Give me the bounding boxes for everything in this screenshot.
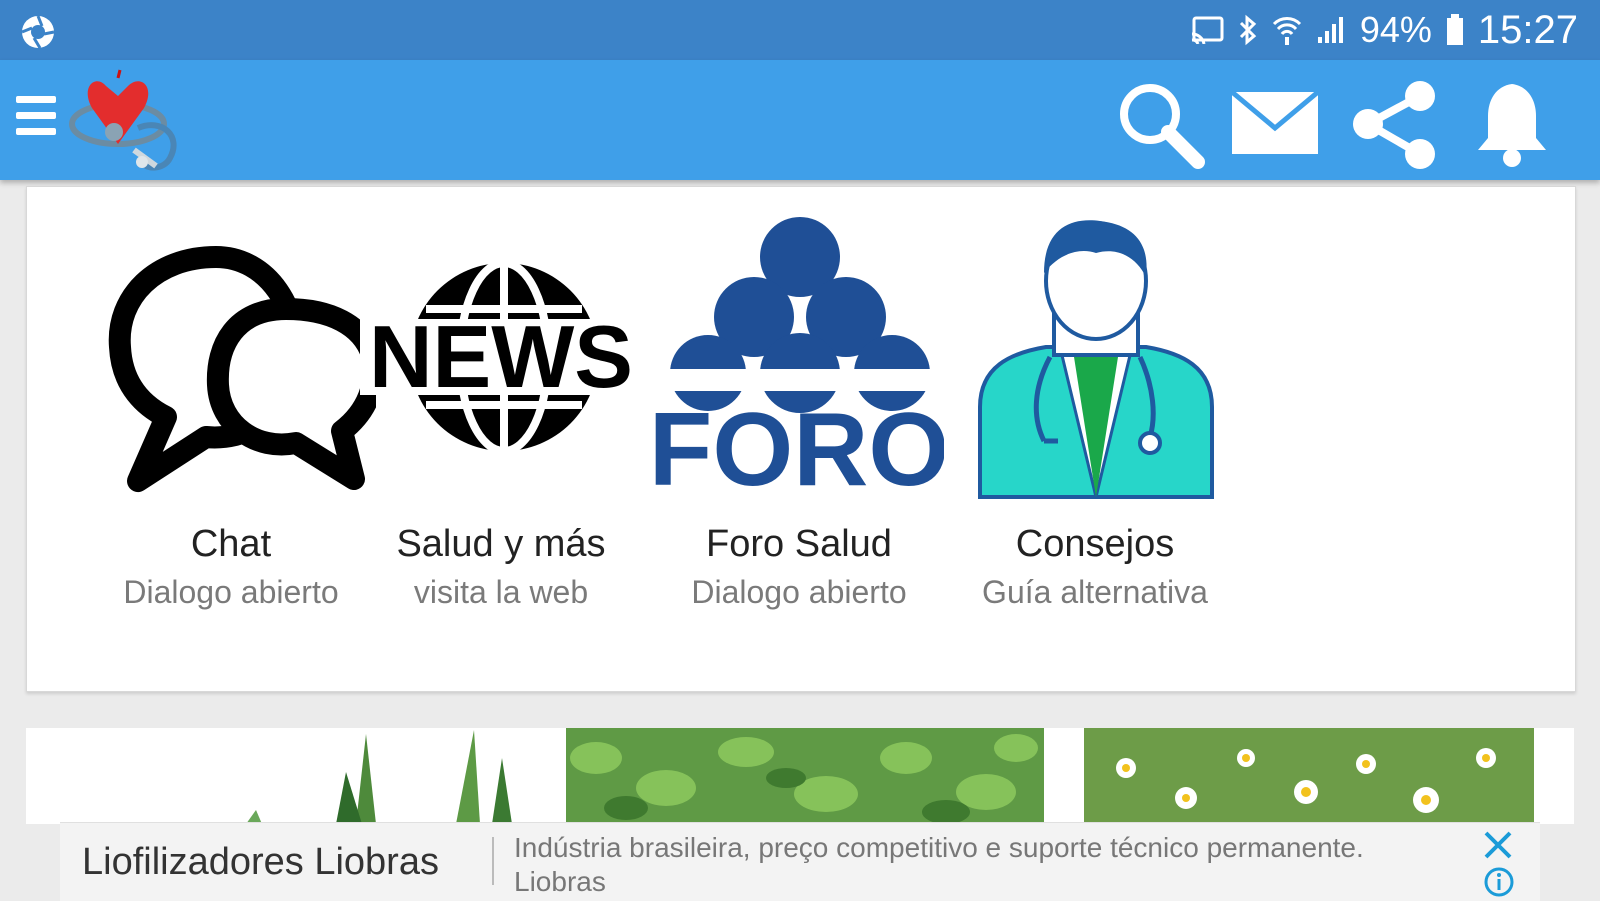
herbs-banner[interactable]: [26, 728, 1574, 824]
foro-label: FORO: [654, 392, 944, 507]
app-logo: [69, 69, 177, 171]
share-icon[interactable]: [1350, 78, 1442, 170]
battery-icon: [1446, 14, 1463, 45]
signal-icon: [1317, 17, 1343, 43]
close-icon[interactable]: [1482, 829, 1514, 861]
chat-bubbles-icon: [108, 246, 376, 492]
tile-title: Consejos: [1015, 523, 1175, 565]
search-icon[interactable]: [1114, 78, 1206, 170]
herbs-banner-image: [26, 728, 1574, 824]
foro-icon: FORO: [654, 217, 944, 507]
ad-body[interactable]: Indústria brasileira, preço competitivo …: [514, 831, 1444, 899]
tile-title: Chat: [190, 523, 272, 565]
bluetooth-icon: [1239, 14, 1257, 46]
battery-percent: 94%: [1359, 9, 1432, 50]
tile-foro[interactable]: FORO Foro Salud Dialogo abierto: [649, 217, 949, 611]
app-bar: [0, 60, 1600, 180]
news-label: NEWS: [369, 307, 633, 406]
menu-icon[interactable]: [16, 96, 56, 146]
ad-body-line: Indústria brasileira, preço competitivo …: [514, 832, 1364, 863]
tile-subtitle: Dialogo abierto: [123, 574, 339, 610]
tile-consejos[interactable]: Consejos Guía alternativa: [945, 217, 1245, 611]
aperture-icon: [21, 15, 55, 49]
ad-body-line: Liobras: [514, 866, 606, 897]
info-icon[interactable]: [1484, 867, 1514, 897]
ad-title[interactable]: Liofilizadores Liobras: [82, 841, 439, 884]
wifi-icon: [1272, 17, 1301, 45]
tile-subtitle: visita la web: [413, 574, 589, 610]
ad-divider: [492, 837, 494, 885]
bell-icon[interactable]: [1466, 78, 1558, 170]
tile-subtitle: Guía alternativa: [982, 574, 1208, 610]
doctor-icon: [978, 220, 1214, 499]
tile-salud[interactable]: NEWS Salud y más visita la web: [351, 217, 651, 611]
mail-icon[interactable]: [1230, 78, 1322, 170]
tile-subtitle: Dialogo abierto: [691, 574, 907, 610]
news-globe-icon: NEWS: [360, 259, 642, 455]
status-bar: 94% 15:27: [0, 0, 1600, 60]
ad-banner[interactable]: Liofilizadores Liobras Indústria brasile…: [60, 822, 1540, 901]
clock: 15:27: [1477, 7, 1578, 52]
system-tray: 94% 15:27: [1190, 8, 1578, 52]
cast-icon: [1191, 16, 1224, 44]
menu-card: Chat Dialogo abierto NEWS Salud y más vi…: [26, 186, 1576, 692]
tile-title: Foro Salud: [706, 523, 892, 565]
tile-title: Salud y más: [396, 523, 606, 565]
tile-chat[interactable]: Chat Dialogo abierto: [81, 217, 381, 611]
